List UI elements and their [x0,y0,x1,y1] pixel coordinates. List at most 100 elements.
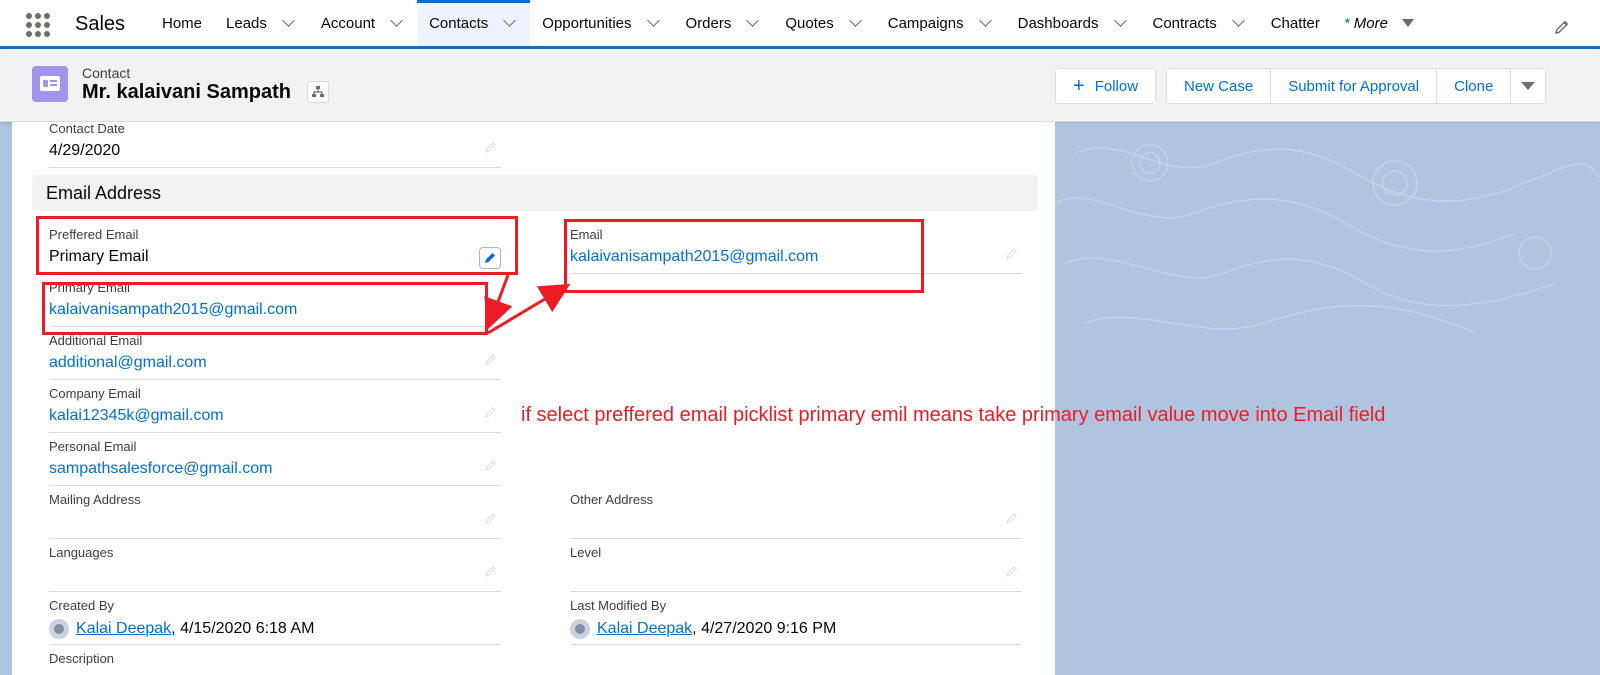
annotation-text: if select preffered email picklist prima… [521,404,1386,426]
edit-pencil-icon[interactable] [485,353,497,365]
hierarchy-icon [312,86,324,97]
background-pattern [1054,123,1600,675]
edit-pencil-icon[interactable] [485,141,497,153]
nav-tab-home[interactable]: Home [150,0,214,46]
chevron-down-icon[interactable] [978,14,992,27]
follow-button[interactable]: + Follow [1056,69,1156,103]
dropdown-arrow-icon [1401,19,1414,27]
app-name: Sales [75,13,126,35]
other-address-label: Other Address [570,492,654,507]
contact-date-label: Contact Date [49,121,125,136]
follow-button-group: + Follow [1055,68,1157,104]
additional-email-label: Additional Email [49,333,143,348]
record-type-label: Contact [82,65,131,81]
nav-tab-contacts[interactable]: Contacts [417,0,531,46]
additional-email-value[interactable]: additional@gmail.com [49,354,207,372]
created-by-field: Created By Kalai Deepak, 4/15/2020 6:18 … [49,594,501,645]
nav-more-button[interactable]: * More [1332,0,1426,46]
section-title: Email Address [46,183,162,203]
annotation-box-primary-email [42,282,488,335]
record-title: Mr. kalaivani Sampath [82,81,291,103]
nav-tab-label: Contracts [1152,14,1217,32]
languages-label: Languages [49,545,114,560]
nav-tab-leads[interactable]: Leads [214,0,309,46]
edit-pencil-icon[interactable] [485,512,497,524]
section-email-address[interactable]: Email Address [32,175,1038,211]
nav-tab-label: Campaigns [887,14,964,32]
last-modified-by-value: Kalai Deepak, 4/27/2020 9:16 PM [570,619,836,639]
chevron-down-icon[interactable] [646,14,660,27]
nav-tab-label: Leads [226,14,267,32]
last-modified-by-user-link[interactable]: Kalai Deepak [597,620,692,638]
company-email-label: Company Email [49,386,141,401]
nav-tab-label: Chatter [1270,14,1320,32]
nav-tab-label: Dashboards [1017,14,1099,32]
nav-tab-contracts[interactable]: Contracts [1141,0,1259,46]
description-label: Description [49,651,115,666]
edit-nav-pencil-icon[interactable] [1554,19,1570,35]
created-by-user-link[interactable]: Kalai Deepak [76,620,171,638]
last-modified-by-field: Last Modified By Kalai Deepak, 4/27/2020… [570,594,1022,645]
clone-button[interactable]: Clone [1437,69,1512,103]
personal-email-value[interactable]: sampathsalesforce@gmail.com [49,460,272,478]
chevron-down-icon[interactable] [503,14,517,27]
edit-pencil-icon[interactable] [485,459,497,471]
nav-tab-opportunities[interactable]: Opportunities [530,0,673,46]
languages-field: Languages [49,541,501,592]
edit-pencil-icon[interactable] [1006,512,1018,524]
nav-tab-account[interactable]: Account [309,0,417,46]
edit-pencil-icon[interactable] [485,565,497,577]
created-by-value: Kalai Deepak, 4/15/2020 6:18 AM [49,619,314,639]
created-date: , 4/15/2020 6:18 AM [171,620,315,637]
topography-pattern [1054,144,1600,334]
nav-tabs: Home Leads Account Contacts Opportunities Ord… [150,0,1426,46]
nav-tab-label: Quotes [785,14,834,32]
hierarchy-button[interactable] [307,81,329,103]
app-launcher-icon[interactable] [26,13,50,37]
created-by-label: Created By [49,598,115,613]
dropdown-arrow-icon [1521,82,1536,90]
follow-label: Follow [1094,77,1139,95]
nav-tab-campaigns[interactable]: Campaigns [876,0,1006,46]
more-label: More [1353,14,1388,32]
other-address-field: Other Address [570,488,1022,539]
chevron-down-icon[interactable] [1231,14,1245,27]
edit-pencil-icon[interactable] [1006,247,1018,259]
level-field: Level [570,541,1022,592]
nav-tab-label: Account [320,14,376,32]
user-avatar [570,619,590,639]
edit-pencil-icon[interactable] [1006,565,1018,577]
chevron-down-icon[interactable] [282,14,295,27]
chevron-down-icon[interactable] [746,14,760,27]
additional-email-field: Additional Email additional@gmail.com [49,329,501,380]
nav-tab-orders[interactable]: Orders [674,0,774,46]
level-label: Level [570,545,602,560]
chevron-down-icon[interactable] [1113,14,1127,27]
global-navigation: Sales Home Leads Account Contacts Opportunit… [0,0,1600,49]
company-email-field: Company Email kalai12345k@gmail.com [49,382,501,433]
contact-icon [32,66,68,102]
new-case-button[interactable]: New Case [1167,69,1272,103]
nav-tab-label: Contacts [429,14,489,32]
more-actions-button[interactable] [1511,69,1546,103]
annotation-box-email [564,219,924,293]
nav-tab-label: Orders [685,14,732,32]
personal-email-label: Personal Email [49,439,137,454]
mailing-address-label: Mailing Address [49,492,141,507]
contact-date-field: Contact Date 4/29/2020 [49,117,501,168]
chevron-down-icon[interactable] [848,14,862,27]
action-button-group: New Case Submit for Approval Clone [1166,68,1547,104]
nav-tab-chatter[interactable]: Chatter [1259,0,1332,46]
chevron-down-icon[interactable] [390,14,403,27]
mailing-address-field: Mailing Address [49,488,501,539]
more-star: * [1343,14,1350,32]
nav-tab-label: Opportunities [542,14,632,32]
nav-tab-dashboards[interactable]: Dashboards [1006,0,1141,46]
personal-email-field: Personal Email sampathsalesforce@gmail.c… [49,435,501,486]
description-field: Description [49,647,501,675]
submit-for-approval-button[interactable]: Submit for Approval [1271,69,1438,103]
edit-pencil-icon[interactable] [485,406,497,418]
annotation-box-preferred-email [36,216,518,275]
nav-tab-quotes[interactable]: Quotes [773,0,875,46]
company-email-value[interactable]: kalai12345k@gmail.com [49,407,224,425]
